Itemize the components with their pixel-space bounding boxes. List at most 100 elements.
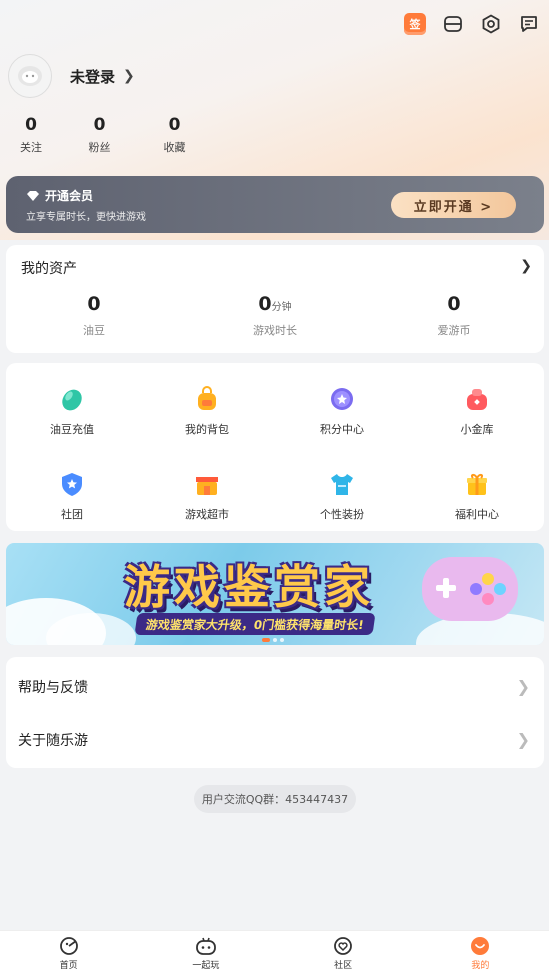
menu-item-help-feedback[interactable]: 帮助与反馈 ❯ [18, 660, 530, 713]
chevron-right-icon: ❯ [123, 68, 135, 84]
avatar-placeholder-icon [18, 66, 42, 86]
grid-label: 个性装扮 [320, 508, 364, 521]
tab-community[interactable]: 社区 [275, 931, 412, 975]
function-grid: 油豆充值 我的背包 积分中心 小金库 社团 游戏超市 个性装扮 福利中心 [6, 363, 544, 531]
mine-icon [471, 936, 490, 955]
home-icon [59, 936, 78, 955]
backpack-icon [193, 385, 221, 413]
grid-item-vault[interactable]: 小金库 [417, 385, 537, 437]
tab-mine[interactable]: 我的 [412, 931, 549, 975]
profile-login[interactable]: 未登录 ❯ [8, 54, 135, 98]
asset-value-row: 0分钟 [215, 293, 335, 315]
stat-value: 0 [168, 115, 181, 135]
tab-play-together[interactable]: 一起玩 [137, 931, 274, 975]
gamepad-illustration [422, 557, 518, 621]
settings-icon [482, 14, 500, 34]
tab-label: 首页 [59, 960, 78, 971]
promo-banner[interactable]: 游戏鉴赏家 游戏鉴赏家大升级，0门槛获得海量时长! [6, 543, 544, 645]
settings-button[interactable] [479, 12, 503, 36]
grid-item-club[interactable]: 社团 [12, 470, 132, 522]
avatar[interactable] [8, 54, 52, 98]
grid-label: 油豆充值 [50, 423, 94, 436]
stat-label: 收藏 [163, 141, 186, 154]
asset-value-row: 0 [34, 293, 154, 315]
stat-label: 粉丝 [88, 141, 111, 154]
outfit-icon [328, 470, 356, 498]
banner-title: 游戏鉴赏家 [124, 560, 374, 614]
vip-title: 开通会员 [45, 189, 94, 203]
asset-oil-beans[interactable]: 0 油豆 [34, 293, 154, 338]
asset-value: 0 [87, 293, 101, 315]
asset-value-row: 0 [394, 293, 514, 315]
grid-label: 游戏超市 [185, 508, 229, 521]
message-icon [521, 16, 537, 32]
settings-menu: 帮助与反馈 ❯ 关于随乐游 ❯ [6, 657, 544, 768]
sign-in-icon: 签 [404, 13, 426, 35]
menu-label: 帮助与反馈 [18, 679, 88, 696]
scan-icon [444, 16, 462, 32]
profile-stats: 0 关注 0 粉丝 0 收藏 [0, 115, 212, 155]
grid-item-backpack[interactable]: 我的背包 [147, 385, 267, 437]
points-icon [328, 385, 356, 413]
gamepad-icon [195, 937, 216, 955]
asset-label: 爱游币 [437, 324, 471, 337]
grid-item-welfare[interactable]: 福利中心 [417, 470, 537, 522]
page-dot [273, 638, 277, 642]
grid-item-shop[interactable]: 游戏超市 [147, 470, 267, 522]
stat-label: 关注 [20, 141, 42, 154]
banner-pagination [262, 638, 284, 642]
chevron-right-icon: ❯ [516, 730, 530, 749]
message-button[interactable] [517, 12, 541, 36]
grid-label: 积分中心 [320, 423, 364, 436]
assets-title: 我的资产 [21, 261, 77, 277]
bean-icon [58, 385, 86, 413]
banner-subtitle: 游戏鉴赏家大升级，0门槛获得海量时长! [134, 613, 376, 635]
top-toolbar: 签 [403, 12, 541, 36]
vip-title-row: 开通会员 [26, 187, 93, 204]
asset-coins[interactable]: 0 爱游币 [394, 293, 514, 338]
club-icon [58, 470, 86, 498]
grid-label: 我的背包 [185, 423, 229, 436]
community-icon [334, 936, 353, 955]
shop-icon [193, 470, 221, 498]
stat-value: 0 [25, 115, 37, 135]
grid-item-points[interactable]: 积分中心 [282, 385, 402, 437]
grid-label: 福利中心 [455, 508, 499, 521]
asset-label: 油豆 [83, 324, 105, 337]
chevron-right-icon: ❯ [516, 677, 530, 696]
tab-home[interactable]: 首页 [0, 931, 137, 975]
tab-label: 我的 [471, 960, 490, 971]
scan-button[interactable] [441, 12, 465, 36]
grid-item-recharge[interactable]: 油豆充值 [12, 385, 132, 437]
vault-icon [463, 385, 491, 413]
bottom-tab-bar: 首页 一起玩 社区 我的 [0, 930, 549, 975]
menu-item-about[interactable]: 关于随乐游 ❯ [18, 713, 530, 766]
grid-label: 社团 [61, 508, 83, 521]
tab-label: 一起玩 [192, 960, 220, 971]
vip-open-button[interactable]: 立即开通 > [391, 192, 516, 218]
vip-card[interactable]: 开通会员 立享专属时长，更快进游戏 立即开通 > [6, 176, 544, 233]
stat-value: 0 [93, 115, 106, 135]
qq-group-pill[interactable]: 用户交流QQ群：453447437 [194, 785, 356, 813]
grid-label: 小金库 [460, 423, 494, 436]
stat-fans[interactable]: 0 粉丝 [62, 115, 137, 155]
menu-label: 关于随乐游 [18, 732, 88, 749]
stat-favorites[interactable]: 0 收藏 [137, 115, 212, 155]
diamond-icon [27, 190, 39, 201]
sign-in-button[interactable]: 签 [403, 12, 427, 36]
page-dot-active [262, 638, 270, 642]
vip-subtitle: 立享专属时长，更快进游戏 [26, 212, 146, 223]
login-text[interactable]: 未登录 [70, 66, 115, 87]
asset-label: 游戏时长 [253, 324, 297, 337]
assets-chevron-icon[interactable]: ❯ [520, 258, 532, 274]
page-dot [280, 638, 284, 642]
gift-icon [463, 470, 491, 498]
assets-card: 我的资产 ❯ 0 油豆 0分钟 游戏时长 0 爱游币 [6, 245, 544, 353]
grid-item-outfit[interactable]: 个性装扮 [282, 470, 402, 522]
stat-following[interactable]: 0 关注 [0, 115, 62, 155]
asset-value: 0 [258, 293, 272, 315]
asset-value: 0 [447, 293, 461, 315]
asset-unit: 分钟 [271, 302, 292, 313]
asset-game-time[interactable]: 0分钟 游戏时长 [215, 293, 335, 338]
tab-label: 社区 [334, 960, 353, 971]
